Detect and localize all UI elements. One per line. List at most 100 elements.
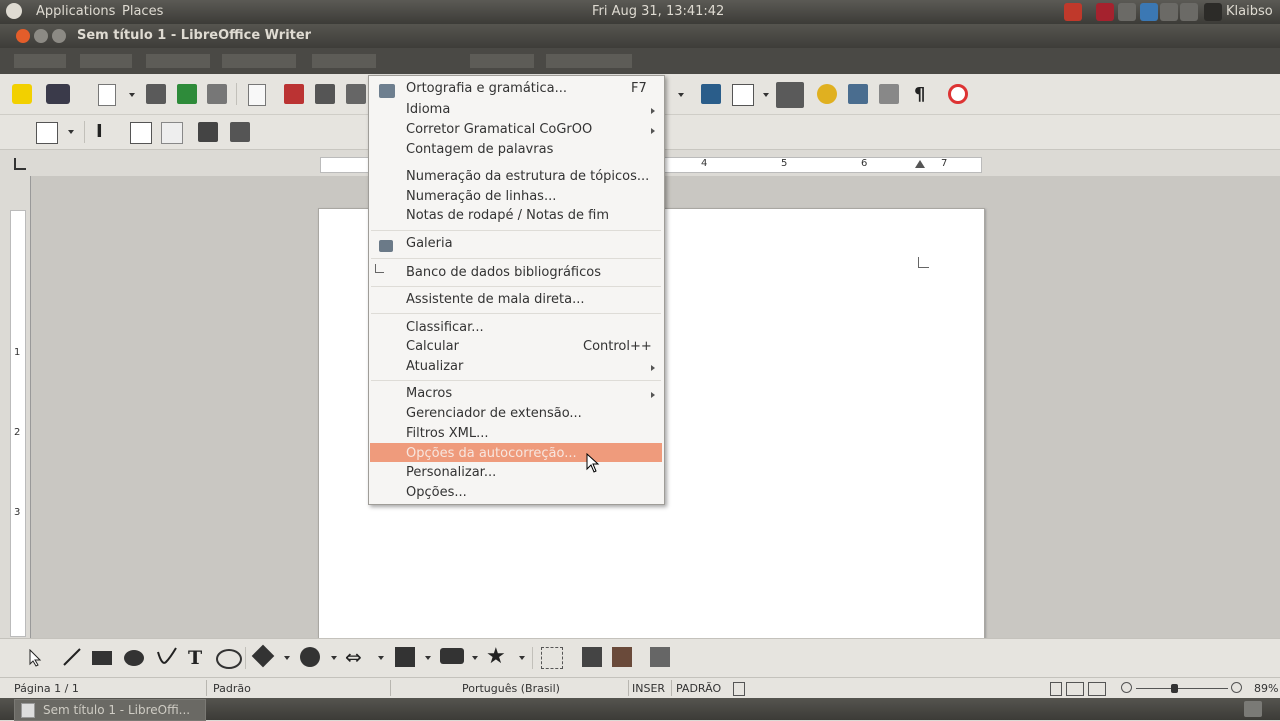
go-extension-icon[interactable] [46,84,70,104]
menu-item-gallery[interactable]: Galeria [406,236,453,251]
menu-item[interactable] [14,54,66,68]
menu-item-line-numbering[interactable]: Numeração de linhas... [406,189,556,204]
chevron-down-icon[interactable] [378,656,384,660]
special-character-icon[interactable] [161,122,183,144]
chat-icon[interactable] [1204,3,1222,21]
user-menu[interactable]: Klaibso [1226,4,1273,19]
zoom-slider-thumb[interactable] [1171,684,1178,693]
chevron-down-icon[interactable] [331,656,337,660]
ellipse-icon[interactable] [124,650,144,666]
zoom-out-icon[interactable] [1121,682,1132,693]
menu-item-outline-numbering[interactable]: Numeração da estrutura de tópicos... [406,169,649,184]
minimize-window-icon[interactable] [34,29,48,43]
menu-item[interactable] [470,54,534,68]
open-folder-icon[interactable] [146,84,166,104]
line-icon[interactable] [62,647,82,667]
chevron-down-icon[interactable] [68,130,74,134]
from-file-icon[interactable] [612,647,632,667]
new-document-icon[interactable] [98,84,116,106]
maximize-window-icon[interactable] [52,29,66,43]
menu-item-customize[interactable]: Personalizar... [406,465,496,480]
menu-item-xml-filters[interactable]: Filtros XML... [406,426,489,441]
places-menu[interactable]: Places [122,4,163,19]
draw-document-icon[interactable] [12,84,32,104]
trash-icon[interactable] [1244,701,1262,717]
page-style[interactable]: Padrão [213,682,251,695]
screen-icon[interactable] [1140,3,1158,21]
network-icon[interactable] [1180,3,1198,21]
language-status[interactable]: Português (Brasil) [462,682,560,695]
menu-item-footnotes[interactable]: Notas de rodapé / Notas de fim [406,208,609,223]
ubuntu-logo-icon[interactable] [6,3,22,19]
zoom-in-icon[interactable] [1231,682,1242,693]
show-draw-functions-icon[interactable] [776,82,804,108]
menu-item-word-count[interactable]: Contagem de palavras [406,142,553,157]
menu-item-spellcheck[interactable]: Ortografia e gramática... [406,81,567,96]
taskbar-window-button[interactable]: Sem título 1 - LibreOffi... [14,699,206,721]
menu-item-bibliography[interactable]: Banco de dados bibliográficos [406,265,601,280]
navigator-icon[interactable] [817,84,837,104]
insert-fields-icon[interactable] [130,122,152,144]
print-preview-icon[interactable] [346,84,366,104]
menu-item[interactable] [546,54,632,68]
edit-file-icon[interactable] [248,84,266,106]
chevron-down-icon[interactable] [763,93,769,97]
hyperlink-icon[interactable] [701,84,721,104]
mail-icon[interactable] [1096,3,1114,21]
tab-stop-selector[interactable] [14,158,26,170]
stars-icon[interactable]: ★ [486,644,506,669]
freeform-line-icon[interactable] [156,646,178,668]
insert-image-icon[interactable] [198,122,218,142]
menu-item-sort[interactable]: Classificar... [406,320,484,335]
callout-icon[interactable] [216,649,242,669]
fontwork-icon[interactable] [582,647,602,667]
zoom-slider-track[interactable] [1136,688,1228,689]
gallery-icon[interactable] [848,84,868,104]
symbol-shapes-icon[interactable] [300,647,320,667]
table-icon[interactable] [732,84,754,106]
extrusion-icon[interactable] [650,647,670,667]
menu-item[interactable] [222,54,296,68]
chevron-down-icon[interactable] [519,656,525,660]
volume-icon[interactable] [1118,3,1136,21]
book-view-icon[interactable] [1088,682,1106,696]
text-cursor-icon[interactable]: I [96,121,103,142]
menu-item[interactable] [80,54,132,68]
save-icon[interactable] [177,84,197,104]
formatting-marks-icon[interactable]: ¶ [914,84,925,105]
menu-item-update[interactable]: Atualizar [406,359,463,374]
power-icon[interactable] [1064,3,1082,21]
menu-item-calculate[interactable]: Calcular [406,339,459,354]
insert-mode[interactable]: INSER [632,682,665,695]
block-arrows-icon[interactable]: ⇔ [345,645,362,669]
chevron-down-icon[interactable] [129,93,135,97]
print-icon[interactable] [315,84,335,104]
close-window-icon[interactable] [16,29,30,43]
export-pdf-icon[interactable] [284,84,304,104]
menu-item-autocorrect-options[interactable]: Opções da autocorreção... [406,446,577,461]
menu-item[interactable] [312,54,376,68]
text-tool-icon[interactable]: T [188,647,202,669]
flowcharts-icon[interactable] [395,647,415,667]
menu-item-extension-manager[interactable]: Gerenciador de extensão... [406,406,582,421]
insert-chart-icon[interactable] [230,122,250,142]
help-icon[interactable] [948,84,968,104]
chevron-down-icon[interactable] [284,656,290,660]
clock[interactable]: Fri Aug 31, 13:41:42 [592,4,724,19]
chevron-down-icon[interactable] [425,656,431,660]
selection-mode[interactable]: PADRÃO [676,682,721,695]
chevron-down-icon[interactable] [678,93,684,97]
callouts-icon[interactable] [440,648,464,664]
points-icon[interactable] [541,647,563,669]
menu-item-options[interactable]: Opções... [406,485,467,500]
bluetooth-icon[interactable] [1160,3,1178,21]
multi-page-view-icon[interactable] [1066,682,1084,696]
page-count[interactable]: Página 1 / 1 [14,682,79,695]
applications-menu[interactable]: Applications [36,4,115,19]
rectangle-icon[interactable] [92,651,112,665]
table-grid-icon[interactable] [36,122,58,144]
menu-item-macros[interactable]: Macros [406,386,452,401]
chevron-down-icon[interactable] [472,656,478,660]
single-page-view-icon[interactable] [1050,682,1062,696]
data-sources-icon[interactable] [879,84,899,104]
